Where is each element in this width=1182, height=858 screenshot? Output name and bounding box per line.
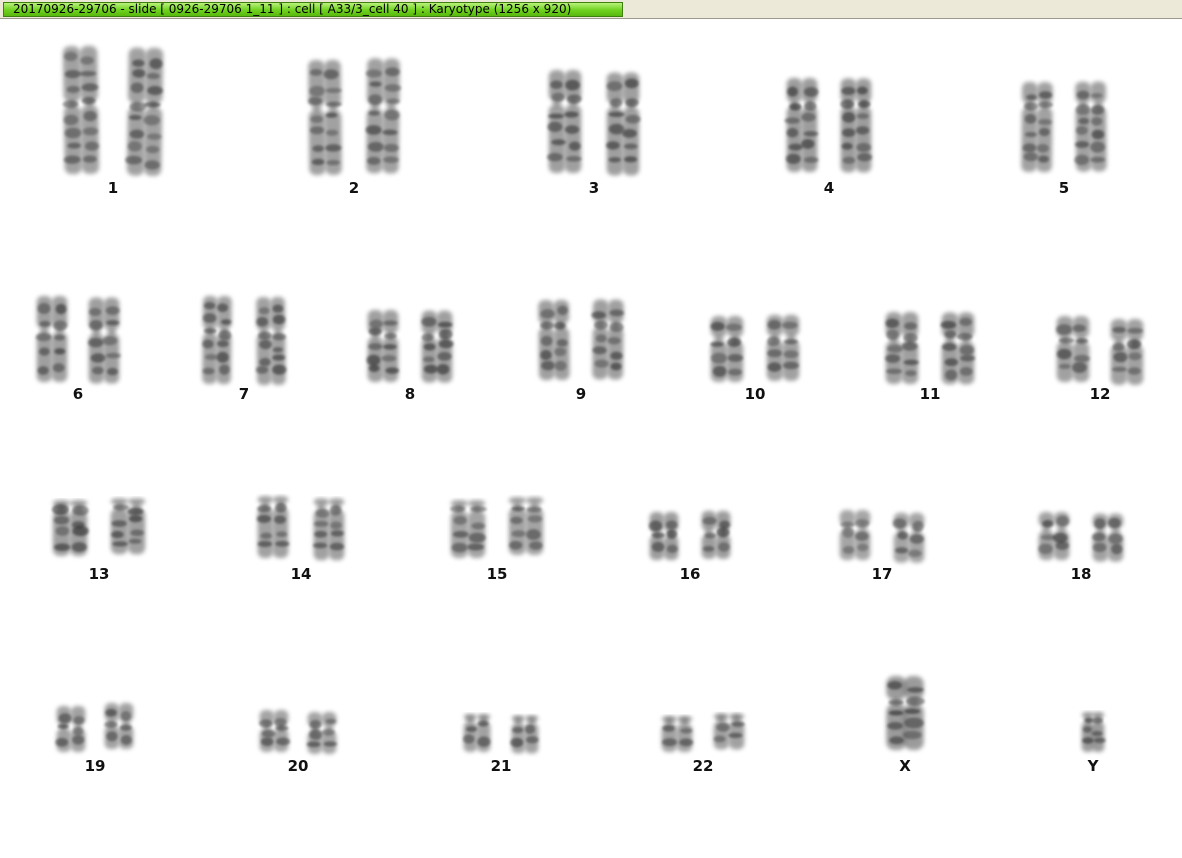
chromosome-11-a: [885, 312, 919, 384]
chromosome-label-17: 17: [872, 565, 893, 583]
chromosome-pair-12: 12: [1056, 316, 1144, 403]
chromosome-label-11: 11: [920, 385, 941, 403]
chromosome-label-19: 19: [85, 757, 106, 775]
chromosome-pair-8: 8: [366, 310, 454, 403]
chromosome-label-18: 18: [1071, 565, 1092, 583]
chromosome-14-b: [313, 498, 345, 561]
chromosome-label-1: 1: [108, 179, 118, 197]
chromosome-label-21: 21: [491, 757, 512, 775]
chromosome-18-a: [1038, 512, 1070, 560]
chromosome-20-a: [258, 710, 291, 752]
chromosome-19-b: [104, 703, 134, 750]
chromosome-pair-x: X: [886, 676, 925, 775]
chromosome-21-a: [463, 714, 491, 752]
chromosome-14-a: [256, 496, 290, 558]
chromosome-label-12: 12: [1090, 385, 1111, 403]
chromosome-17-a: [839, 510, 871, 560]
chromosome-pair-4: 4: [784, 78, 873, 197]
chromosome-1-a: [62, 45, 100, 175]
chromosome-pair-17: 17: [839, 510, 925, 583]
chromosome-label-y: Y: [1087, 757, 1100, 775]
chromosome-label-10: 10: [745, 385, 766, 403]
chromosome-label-20: 20: [288, 757, 309, 775]
chromosome-pair-3: 3: [547, 70, 641, 197]
chromosome-1-b: [125, 47, 164, 176]
chromosome-label-13: 13: [89, 565, 110, 583]
chromosome-3-a: [547, 70, 582, 173]
chromosome-label-3: 3: [589, 179, 599, 197]
chromosome-pair-14: 14: [256, 496, 345, 583]
chromosome-label-6: 6: [73, 385, 83, 403]
chromosome-8-a: [366, 310, 400, 382]
chromosome-pair-19: 19: [55, 703, 134, 775]
chromosome-pair-1: 1: [62, 45, 164, 197]
chromosome-4-b: [840, 78, 873, 173]
chromosome-10-b: [766, 314, 800, 381]
chromosome-7-b: [255, 296, 287, 386]
chromosome-9-b: [591, 299, 624, 380]
chromosome-13-a: [51, 500, 89, 556]
chromosome-pair-22: 22: [661, 713, 745, 775]
chromosome-18-b: [1092, 513, 1124, 562]
chromosome-label-7: 7: [239, 385, 249, 403]
chromosome-label-9: 9: [576, 385, 586, 403]
chromosome-2-a: [308, 59, 342, 176]
chromosome-3-b: [606, 72, 641, 176]
chromosome-9-a: [538, 299, 570, 381]
chromosome-6-a: [35, 296, 68, 382]
chromosome-pair-20: 20: [258, 710, 338, 775]
chromosome-20-b: [306, 711, 338, 754]
chromosome-pair-10: 10: [710, 314, 800, 403]
chromosome-pair-18: 18: [1038, 512, 1124, 583]
chromosome-2-b: [365, 58, 401, 174]
chromosome-12-b: [1110, 318, 1144, 385]
chromosome-pair-7: 7: [202, 295, 287, 403]
chromosome-label-2: 2: [349, 179, 359, 197]
chromosome-10-a: [710, 316, 744, 382]
chromosome-pair-13: 13: [51, 498, 146, 583]
chromosome-22-a: [661, 716, 694, 752]
chromosome-6-b: [88, 297, 121, 384]
chromosome-16-b: [701, 510, 731, 559]
chromosome-x: [886, 676, 925, 750]
chromosome-pair-11: 11: [885, 312, 976, 403]
chromosome-label-16: 16: [680, 565, 701, 583]
chromosome-pair-5: 5: [1021, 81, 1107, 197]
chromosome-label-14: 14: [291, 565, 312, 583]
chromosome-pair-6: 6: [35, 296, 121, 403]
chromosome-label-5: 5: [1059, 179, 1069, 197]
chromosome-pair-16: 16: [649, 510, 731, 583]
chromosome-5-b: [1074, 81, 1107, 172]
chromosome-8-b: [421, 310, 454, 383]
chromosome-pair-21: 21: [463, 714, 539, 775]
chromosome-pair-15: 15: [450, 497, 544, 583]
chromosome-12-a: [1056, 316, 1090, 382]
chromosome-pair-2: 2: [308, 58, 401, 197]
chromosome-15-a: [450, 500, 487, 558]
chromosome-label-22: 22: [693, 757, 714, 775]
chromosome-label-15: 15: [487, 565, 508, 583]
karyogram-canvas: 1 2 3 4 56 7 8 9 10 11 1213 14 15 16 17 1819 20 21 22 X Y: [35, 45, 1144, 775]
chromosome-15-b: [508, 497, 544, 556]
chromosome-22-b: [713, 713, 745, 750]
chromosome-7-a: [202, 295, 232, 385]
chromosome-21-b: [510, 715, 539, 754]
chromosome-5-a: [1021, 81, 1054, 173]
chromosome-pair-9: 9: [538, 299, 624, 403]
chromosome-13-b: [110, 498, 146, 555]
chromosome-17-b: [892, 512, 925, 563]
chromosome-19-a: [55, 706, 86, 752]
chromosome-4-a: [784, 78, 819, 172]
chromosome-pair-y: Y: [1081, 712, 1106, 775]
chromosome-11-b: [940, 312, 976, 385]
chromosome-label-4: 4: [824, 179, 834, 197]
chromosome-16-a: [649, 512, 679, 560]
chromosome-y: [1081, 712, 1106, 752]
chromosome-label-8: 8: [405, 385, 415, 403]
chromosome-label-x: X: [899, 757, 911, 775]
